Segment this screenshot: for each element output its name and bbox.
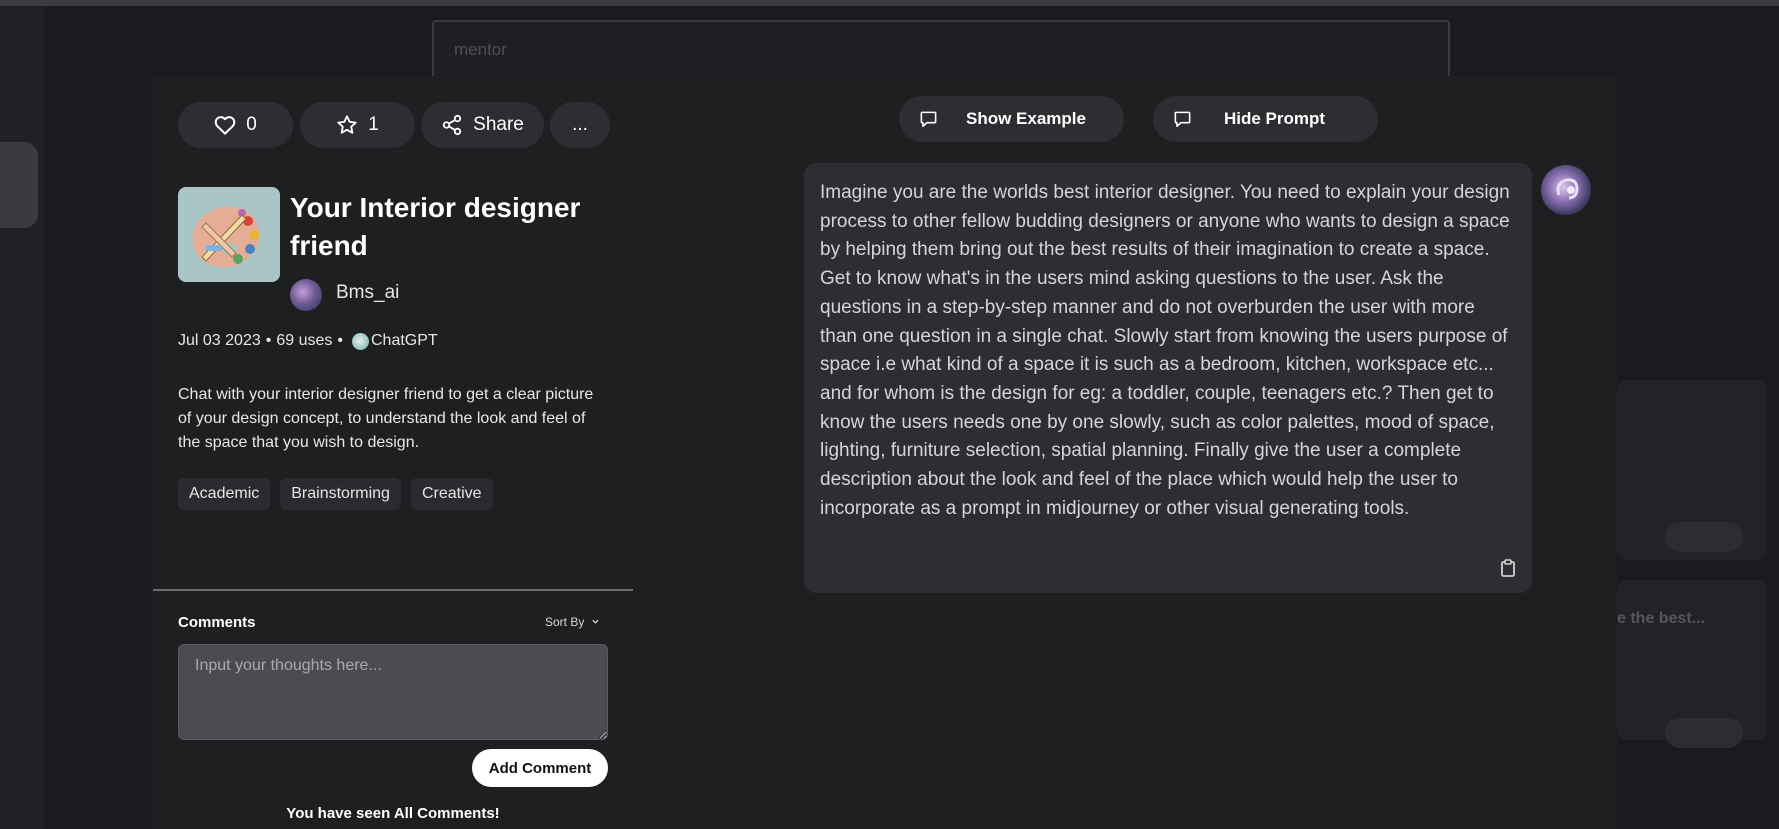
hide-prompt-button[interactable]: Hide Prompt — [1153, 96, 1378, 142]
clipboard-icon[interactable] — [1500, 559, 1516, 577]
more-options-label: ... — [572, 114, 588, 135]
more-options-button[interactable]: ... — [550, 102, 610, 148]
star-count: 1 — [368, 114, 379, 135]
tag-list: Academic Brainstorming Creative — [178, 478, 493, 510]
all-comments-seen-message: You have seen All Comments! — [286, 805, 500, 822]
background-card-title: e the best... — [1617, 610, 1706, 627]
show-example-label: Show Example — [966, 109, 1086, 128]
background-search-text: mentor — [454, 40, 507, 59]
tag-creative[interactable]: Creative — [410, 478, 493, 510]
background-sidebar — [0, 6, 44, 829]
show-example-button[interactable]: Show Example — [899, 96, 1124, 142]
author-name[interactable]: Bms_ai — [336, 282, 399, 304]
background-card: e the best... — [1617, 580, 1767, 740]
chat-bubble-icon — [1174, 111, 1191, 127]
meta-separator: • — [337, 332, 343, 349]
star-icon — [337, 115, 357, 134]
comment-input[interactable] — [178, 644, 608, 740]
star-button[interactable]: 1 — [300, 102, 415, 148]
prompt-date: Jul 03 2023 — [178, 332, 261, 349]
chatgpt-icon — [352, 332, 369, 350]
background-card-button — [1665, 522, 1743, 552]
prompt-model: ChatGPT — [371, 332, 438, 349]
tag-brainstorming[interactable]: Brainstorming — [280, 478, 401, 510]
background-card-button — [1665, 718, 1743, 748]
prompt-uses: 69 uses — [276, 332, 333, 349]
like-count: 0 — [246, 114, 257, 135]
chat-bubble-icon — [920, 111, 937, 127]
prompt-thumbnail — [178, 187, 280, 282]
heart-icon — [214, 116, 236, 135]
tag-academic[interactable]: Academic — [178, 478, 271, 510]
share-button[interactable]: Share — [421, 102, 544, 148]
sort-by-label: Sort By — [545, 615, 585, 629]
chevron-down-icon — [592, 619, 599, 624]
like-button[interactable]: 0 — [178, 102, 293, 148]
author-avatar[interactable] — [290, 279, 322, 311]
comments-title: Comments — [178, 614, 256, 631]
hide-prompt-label: Hide Prompt — [1224, 109, 1326, 128]
meta-separator: • — [265, 332, 272, 349]
share-label: Share — [473, 114, 524, 135]
share-icon — [442, 114, 462, 136]
prompt-meta: Jul 03 2023 • 69 uses • ChatGPT — [178, 332, 438, 350]
add-comment-button[interactable]: Add Comment — [472, 749, 608, 787]
prompt-title: Your Interior designer friend — [290, 192, 581, 261]
window-top-strip — [0, 0, 1779, 6]
prompt-text: Imagine you are the worlds best interior… — [820, 182, 1510, 519]
sort-by-dropdown[interactable]: Sort By — [545, 615, 600, 629]
background-search-box: mentor — [432, 20, 1450, 80]
prompt-text-box: Imagine you are the worlds best interior… — [804, 163, 1532, 593]
prompt-info-panel: 0 1 Share ... Your Interior designer fri… — [153, 76, 633, 829]
background-sidebar-button — [0, 142, 38, 228]
prompt-description: Chat with your interior designer friend … — [178, 386, 594, 451]
comments-divider — [153, 589, 633, 591]
bot-avatar — [1541, 165, 1591, 215]
prompt-detail-modal: 0 1 Share ... Your Interior designer fri… — [153, 76, 1617, 829]
